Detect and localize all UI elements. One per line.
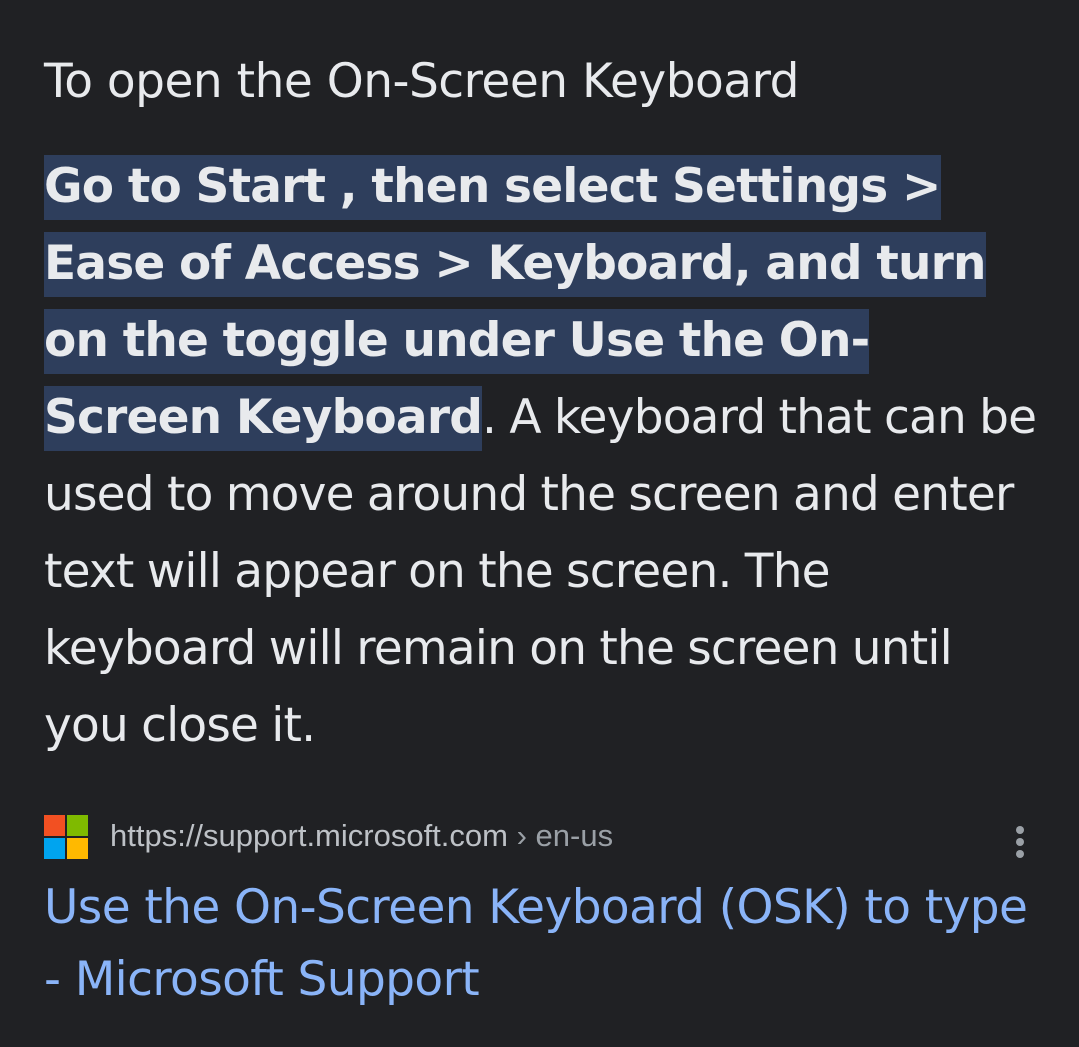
- source-path: en-us: [535, 818, 614, 853]
- microsoft-logo-icon: [44, 815, 88, 859]
- snippet-answer: Go to Start , then select Settings > Eas…: [44, 148, 1044, 764]
- more-vert-icon[interactable]: [1002, 820, 1038, 864]
- breadcrumb-separator: ›: [507, 818, 536, 853]
- source-url[interactable]: https://support.microsoft.com › en-us: [110, 816, 613, 856]
- snippet-heading: To open the On-Screen Keyboard: [44, 54, 799, 109]
- source-domain: https://support.microsoft.com: [110, 818, 508, 853]
- result-title-link[interactable]: Use the On-Screen Keyboard (OSK) to type…: [44, 872, 1044, 1016]
- source-row: https://support.microsoft.com › en-us: [44, 814, 1044, 860]
- featured-snippet: To open the On-Screen Keyboard Go to Sta…: [0, 0, 1079, 1047]
